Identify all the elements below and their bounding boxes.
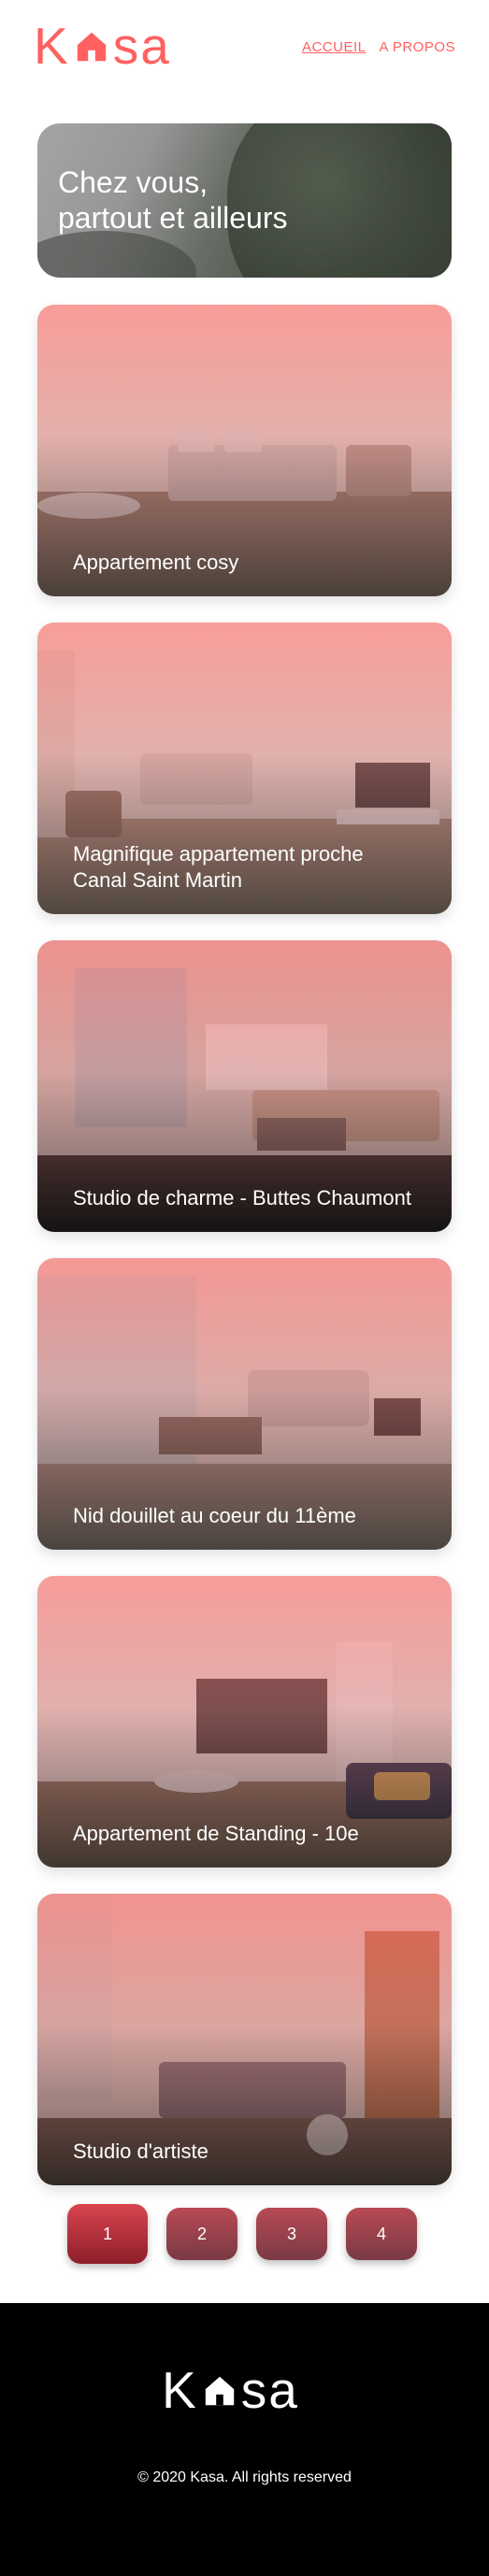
listing-title: Studio d'artiste: [73, 2140, 209, 2163]
logo-text-left: K: [34, 17, 70, 75]
banner-title-line1: Chez vous,: [58, 165, 209, 199]
nav-link-a-propos[interactable]: A PROPOS: [379, 39, 455, 55]
page-button-4[interactable]: 4: [346, 2208, 417, 2260]
footer-logo-text-right: sa: [240, 2361, 299, 2419]
footer-logo: K sa: [162, 2365, 299, 2416]
nav-link-accueil[interactable]: ACCUEIL: [302, 39, 367, 55]
listing-title: Studio de charme - Buttes Chaumont: [73, 1186, 411, 1209]
footer-logo-text-left: K: [162, 2361, 198, 2419]
banner-title: Chez vous, partout et ailleurs: [58, 165, 287, 236]
banner-title-line2: partout et ailleurs: [58, 201, 288, 235]
footer-copyright: © 2020 Kasa. All rights reserved: [137, 2469, 352, 2485]
page-button-1[interactable]: 1: [67, 2204, 148, 2264]
listing-title: Appartement cosy: [73, 551, 239, 574]
listing-card[interactable]: Appartement cosy: [37, 305, 452, 596]
listing-card[interactable]: Studio d'artiste: [37, 1894, 452, 2185]
main-nav: ACCUEIL A PROPOS: [302, 39, 455, 55]
kasa-logo[interactable]: K sa: [34, 21, 171, 72]
listing-card[interactable]: Studio de charme - Buttes Chaumont: [37, 940, 452, 1232]
listing-title: Magnifique appartement proche Canal Sain…: [73, 842, 364, 892]
listing-card[interactable]: Appartement de Standing - 10e: [37, 1576, 452, 1868]
page-button-2[interactable]: 2: [166, 2208, 237, 2260]
house-icon: [77, 32, 106, 61]
listing-card[interactable]: Magnifique appartement proche Canal Sain…: [37, 623, 452, 914]
listing-card[interactable]: Nid douillet au coeur du 11ème: [37, 1258, 452, 1550]
logo-text-right: sa: [112, 17, 171, 75]
page-button-3[interactable]: 3: [256, 2208, 327, 2260]
header: K sa ACCUEIL A PROPOS: [0, 0, 489, 93]
listing-title: Nid douillet au coeur du 11ème: [73, 1504, 356, 1527]
footer: K sa © 2020 Kasa. All rights reserved: [0, 2303, 489, 2576]
pagination: 1 2 3 4: [67, 2204, 417, 2264]
listing-title: Appartement de Standing - 10e: [73, 1822, 359, 1845]
house-icon: [205, 2376, 234, 2405]
listing-gallery: Appartement cosy Magnifique appartement …: [37, 305, 452, 2211]
hero-banner: Chez vous, partout et ailleurs: [37, 123, 452, 278]
